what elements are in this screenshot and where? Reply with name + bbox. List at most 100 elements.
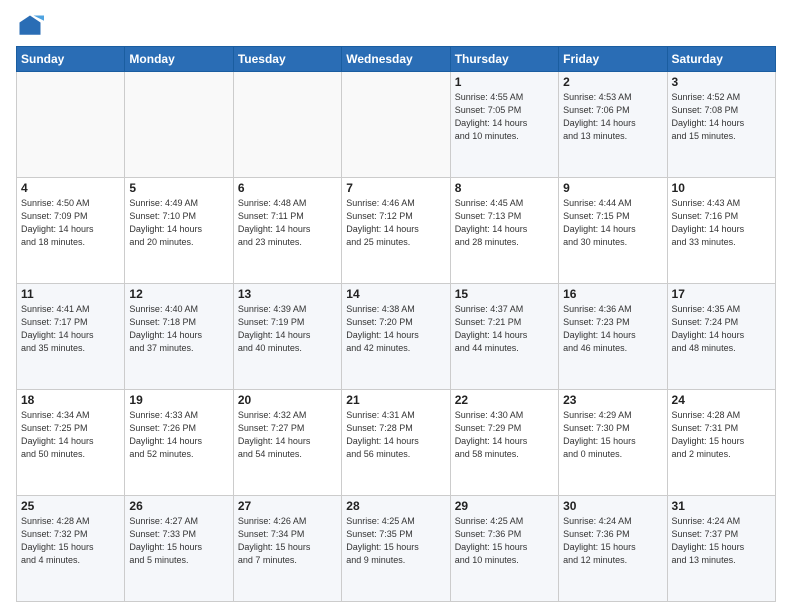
day-cell: 4 Sunrise: 4:50 AM Sunset: 7:09 PM Daylig…: [17, 178, 125, 284]
day-number: 25: [21, 499, 120, 513]
day-cell: 31Sunrise: 4:24 AM Sunset: 7:37 PM Dayli…: [667, 496, 775, 602]
day-cell: 7 Sunrise: 4:46 AM Sunset: 7:12 PM Daylig…: [342, 178, 450, 284]
week-row-3: 11 Sunrise: 4:41 AM Sunset: 7:17 PM Dayli…: [17, 284, 776, 390]
day-info: Sunrise: 4:30 AM Sunset: 7:29 PM Dayligh…: [455, 409, 554, 461]
day-cell: 1 Sunrise: 4:55 AM Sunset: 7:05 PM Daylig…: [450, 72, 558, 178]
day-info: Sunrise: 4:45 AM Sunset: 7:13 PM Dayligh…: [455, 197, 554, 249]
day-info: Sunrise: 4:55 AM Sunset: 7:05 PM Dayligh…: [455, 91, 554, 143]
weekday-saturday: Saturday: [667, 47, 775, 72]
day-cell: 14 Sunrise: 4:38 AM Sunset: 7:20 PM Dayli…: [342, 284, 450, 390]
day-number: 19: [129, 393, 228, 407]
day-number: 31: [672, 499, 771, 513]
day-number: 26: [129, 499, 228, 513]
day-cell: 18 Sunrise: 4:34 AM Sunset: 7:25 PM Dayli…: [17, 390, 125, 496]
day-cell: 11 Sunrise: 4:41 AM Sunset: 7:17 PM Dayli…: [17, 284, 125, 390]
day-info: Sunrise: 4:37 AM Sunset: 7:21 PM Dayligh…: [455, 303, 554, 355]
day-info: Sunrise: 4:26 AM Sunset: 7:34 PM Dayligh…: [238, 515, 337, 567]
day-cell: 19 Sunrise: 4:33 AM Sunset: 7:26 PM Dayli…: [125, 390, 233, 496]
day-info: Sunrise: 4:29 AM Sunset: 7:30 PM Dayligh…: [563, 409, 662, 461]
day-info: Sunrise: 4:43 AM Sunset: 7:16 PM Dayligh…: [672, 197, 771, 249]
day-cell: 20Sunrise: 4:32 AM Sunset: 7:27 PM Dayli…: [233, 390, 341, 496]
weekday-tuesday: Tuesday: [233, 47, 341, 72]
day-info: Sunrise: 4:34 AM Sunset: 7:25 PM Dayligh…: [21, 409, 120, 461]
day-number: 12: [129, 287, 228, 301]
weekday-sunday: Sunday: [17, 47, 125, 72]
day-cell: [125, 72, 233, 178]
day-info: Sunrise: 4:38 AM Sunset: 7:20 PM Dayligh…: [346, 303, 445, 355]
day-number: 17: [672, 287, 771, 301]
day-number: 1: [455, 75, 554, 89]
day-number: 7: [346, 181, 445, 195]
day-cell: 8 Sunrise: 4:45 AM Sunset: 7:13 PM Daylig…: [450, 178, 558, 284]
day-cell: 27 Sunrise: 4:26 AM Sunset: 7:34 PM Dayli…: [233, 496, 341, 602]
day-number: 27: [238, 499, 337, 513]
day-info: Sunrise: 4:52 AM Sunset: 7:08 PM Dayligh…: [672, 91, 771, 143]
day-info: Sunrise: 4:31 AM Sunset: 7:28 PM Dayligh…: [346, 409, 445, 461]
day-cell: 29 Sunrise: 4:25 AM Sunset: 7:36 PM Dayli…: [450, 496, 558, 602]
day-cell: 15 Sunrise: 4:37 AM Sunset: 7:21 PM Dayli…: [450, 284, 558, 390]
day-number: 23: [563, 393, 662, 407]
day-number: 3: [672, 75, 771, 89]
day-number: 4: [21, 181, 120, 195]
day-cell: [233, 72, 341, 178]
day-info: Sunrise: 4:44 AM Sunset: 7:15 PM Dayligh…: [563, 197, 662, 249]
day-number: 11: [21, 287, 120, 301]
day-number: 24: [672, 393, 771, 407]
day-cell: 24 Sunrise: 4:28 AM Sunset: 7:31 PM Dayli…: [667, 390, 775, 496]
day-cell: 30Sunrise: 4:24 AM Sunset: 7:36 PM Dayli…: [559, 496, 667, 602]
day-number: 15: [455, 287, 554, 301]
day-cell: 25 Sunrise: 4:28 AM Sunset: 7:32 PM Dayli…: [17, 496, 125, 602]
weekday-monday: Monday: [125, 47, 233, 72]
day-number: 5: [129, 181, 228, 195]
day-info: Sunrise: 4:50 AM Sunset: 7:09 PM Dayligh…: [21, 197, 120, 249]
day-cell: 5 Sunrise: 4:49 AM Sunset: 7:10 PM Daylig…: [125, 178, 233, 284]
day-info: Sunrise: 4:25 AM Sunset: 7:35 PM Dayligh…: [346, 515, 445, 567]
day-cell: 12 Sunrise: 4:40 AM Sunset: 7:18 PM Dayli…: [125, 284, 233, 390]
day-info: Sunrise: 4:25 AM Sunset: 7:36 PM Dayligh…: [455, 515, 554, 567]
day-number: 21: [346, 393, 445, 407]
week-row-1: 1 Sunrise: 4:55 AM Sunset: 7:05 PM Daylig…: [17, 72, 776, 178]
week-row-4: 18 Sunrise: 4:34 AM Sunset: 7:25 PM Dayli…: [17, 390, 776, 496]
day-cell: 28Sunrise: 4:25 AM Sunset: 7:35 PM Dayli…: [342, 496, 450, 602]
day-number: 2: [563, 75, 662, 89]
day-info: Sunrise: 4:46 AM Sunset: 7:12 PM Dayligh…: [346, 197, 445, 249]
day-number: 6: [238, 181, 337, 195]
day-cell: 21 Sunrise: 4:31 AM Sunset: 7:28 PM Dayli…: [342, 390, 450, 496]
weekday-header-row: SundayMondayTuesdayWednesdayThursdayFrid…: [17, 47, 776, 72]
day-info: Sunrise: 4:28 AM Sunset: 7:32 PM Dayligh…: [21, 515, 120, 567]
day-cell: [342, 72, 450, 178]
day-number: 10: [672, 181, 771, 195]
calendar-table: SundayMondayTuesdayWednesdayThursdayFrid…: [16, 46, 776, 602]
weekday-wednesday: Wednesday: [342, 47, 450, 72]
day-info: Sunrise: 4:41 AM Sunset: 7:17 PM Dayligh…: [21, 303, 120, 355]
day-info: Sunrise: 4:48 AM Sunset: 7:11 PM Dayligh…: [238, 197, 337, 249]
day-number: 18: [21, 393, 120, 407]
page: SundayMondayTuesdayWednesdayThursdayFrid…: [0, 0, 792, 612]
day-cell: 2 Sunrise: 4:53 AM Sunset: 7:06 PM Daylig…: [559, 72, 667, 178]
week-row-2: 4 Sunrise: 4:50 AM Sunset: 7:09 PM Daylig…: [17, 178, 776, 284]
day-cell: 10 Sunrise: 4:43 AM Sunset: 7:16 PM Dayli…: [667, 178, 775, 284]
day-number: 14: [346, 287, 445, 301]
day-info: Sunrise: 4:35 AM Sunset: 7:24 PM Dayligh…: [672, 303, 771, 355]
day-info: Sunrise: 4:33 AM Sunset: 7:26 PM Dayligh…: [129, 409, 228, 461]
day-info: Sunrise: 4:53 AM Sunset: 7:06 PM Dayligh…: [563, 91, 662, 143]
day-number: 22: [455, 393, 554, 407]
day-number: 16: [563, 287, 662, 301]
day-info: Sunrise: 4:32 AM Sunset: 7:27 PM Dayligh…: [238, 409, 337, 461]
day-number: 29: [455, 499, 554, 513]
day-cell: 16Sunrise: 4:36 AM Sunset: 7:23 PM Dayli…: [559, 284, 667, 390]
week-row-5: 25 Sunrise: 4:28 AM Sunset: 7:32 PM Dayli…: [17, 496, 776, 602]
day-cell: 6 Sunrise: 4:48 AM Sunset: 7:11 PM Daylig…: [233, 178, 341, 284]
day-info: Sunrise: 4:40 AM Sunset: 7:18 PM Dayligh…: [129, 303, 228, 355]
day-cell: 9Sunrise: 4:44 AM Sunset: 7:15 PM Daylig…: [559, 178, 667, 284]
day-cell: [17, 72, 125, 178]
day-info: Sunrise: 4:49 AM Sunset: 7:10 PM Dayligh…: [129, 197, 228, 249]
logo-icon: [16, 12, 44, 40]
weekday-friday: Friday: [559, 47, 667, 72]
day-cell: 22 Sunrise: 4:30 AM Sunset: 7:29 PM Dayli…: [450, 390, 558, 496]
day-info: Sunrise: 4:28 AM Sunset: 7:31 PM Dayligh…: [672, 409, 771, 461]
day-number: 8: [455, 181, 554, 195]
day-info: Sunrise: 4:39 AM Sunset: 7:19 PM Dayligh…: [238, 303, 337, 355]
day-number: 30: [563, 499, 662, 513]
day-number: 13: [238, 287, 337, 301]
